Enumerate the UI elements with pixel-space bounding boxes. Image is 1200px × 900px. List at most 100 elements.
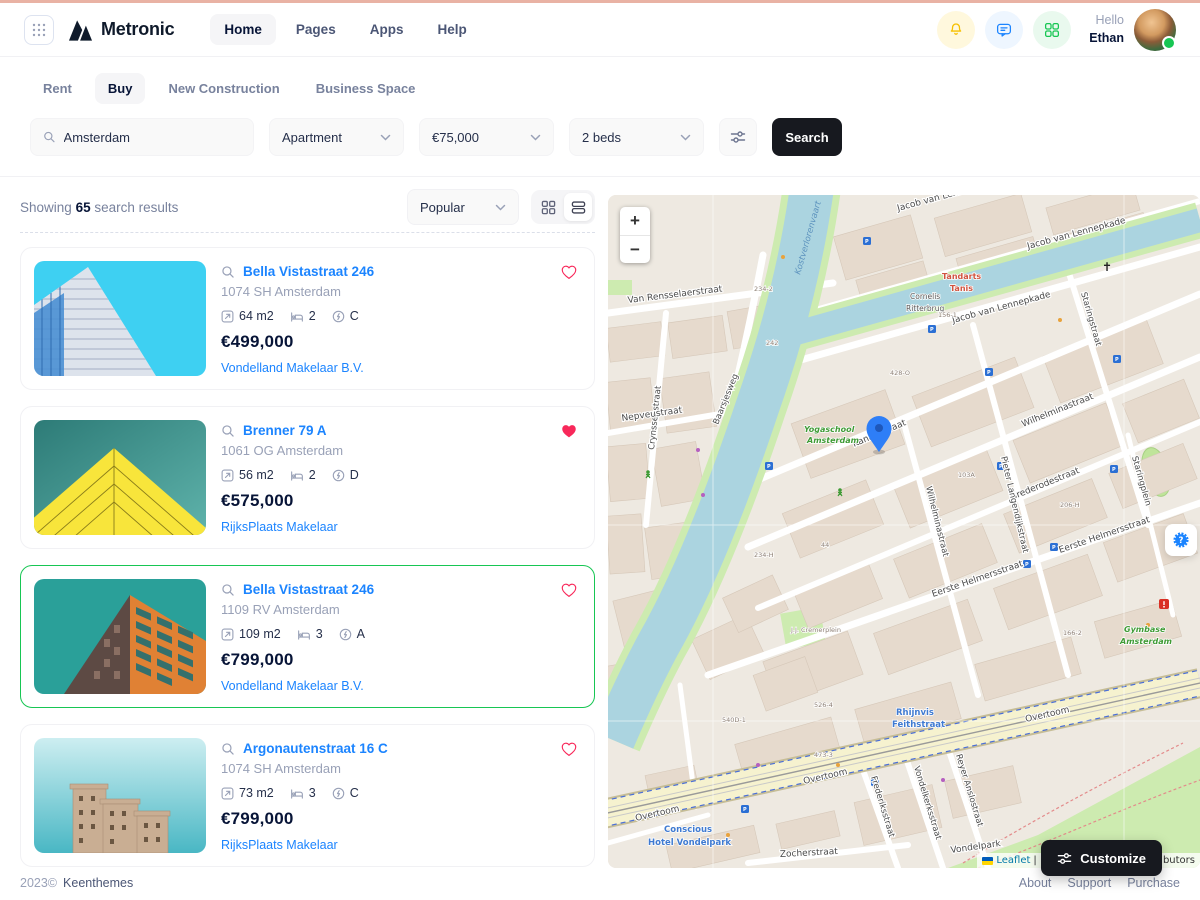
skyscraper-photo: [34, 261, 206, 376]
listing-card[interactable]: Brenner 79 A 1061 OG Amsterdam 56 m2 2 D: [20, 406, 595, 549]
svg-text:P: P: [1052, 545, 1056, 551]
area-value: 73 m2: [239, 786, 274, 800]
property-type-select[interactable]: Apartment: [269, 118, 404, 156]
results-divider: [20, 232, 595, 233]
nav-item-home[interactable]: Home: [210, 14, 276, 45]
more-filters-button[interactable]: [719, 118, 757, 156]
footer-company-link[interactable]: Keenthemes: [63, 876, 133, 890]
page-footer: 2023© Keenthemes About Support Purchase: [0, 876, 1200, 890]
customize-button[interactable]: Customize: [1041, 840, 1162, 876]
energy-stat: C: [332, 309, 359, 323]
listing-photo[interactable]: [34, 738, 206, 853]
energy-label-icon: [339, 628, 352, 641]
place-label: J.J. Cremerplein: [790, 626, 841, 634]
svg-text:P: P: [930, 327, 934, 333]
grid-view-button[interactable]: [534, 193, 562, 221]
listing-price: €499,000: [221, 332, 581, 352]
listing-agent-link[interactable]: Vondelland Makelaar B.V.: [221, 361, 581, 375]
church-cross-icon: ✝: [1102, 260, 1112, 274]
area-icon: [221, 628, 234, 641]
app-launcher-button[interactable]: [24, 15, 54, 45]
app-header: Metronic Home Pages Apps Help: [0, 3, 1200, 57]
beds-value: 2: [309, 309, 316, 323]
area-value: 109 m2: [239, 627, 281, 641]
beds-value: 3: [309, 786, 316, 800]
listing-photo[interactable]: [34, 261, 206, 376]
logo-text: Metronic: [101, 19, 174, 40]
heart-outline-icon: [560, 263, 578, 281]
messages-button[interactable]: [985, 11, 1023, 49]
tab-buy[interactable]: Buy: [95, 73, 146, 104]
map-panel[interactable]: P P P P P P P P P P P ✝: [608, 195, 1200, 868]
house-number: 44: [821, 541, 829, 549]
bed-icon: [290, 469, 304, 481]
listing-title-link[interactable]: Bella Vistastraat 246: [243, 582, 374, 597]
house-number: 103A: [958, 471, 975, 479]
listing-title-link[interactable]: Bella Vistastraat 246: [243, 264, 374, 279]
listing-card-selected[interactable]: Bella Vistastraat 246 1109 RV Amsterdam …: [20, 565, 595, 708]
nav-item-apps[interactable]: Apps: [356, 14, 418, 45]
results-count: 65: [76, 200, 91, 215]
bed-icon: [297, 628, 311, 640]
results-suffix: search results: [94, 200, 178, 215]
osm-map[interactable]: P P P P P P P P P P P ✝: [608, 195, 1200, 868]
quick-links-button[interactable]: [1033, 11, 1071, 49]
listing-card[interactable]: Argonautenstraat 16 C 1074 SH Amsterdam …: [20, 724, 595, 867]
nav-item-pages[interactable]: Pages: [282, 14, 350, 45]
metronic-logo[interactable]: Metronic: [68, 19, 174, 41]
greeting-hello: Hello: [1089, 12, 1124, 30]
listing-title-link[interactable]: Argonautenstraat 16 C: [243, 741, 388, 756]
customize-label: Customize: [1080, 851, 1146, 866]
user-avatar[interactable]: [1134, 9, 1176, 51]
beds-select[interactable]: 2 beds: [569, 118, 704, 156]
notifications-button[interactable]: [937, 11, 975, 49]
listing-photo[interactable]: [34, 579, 206, 694]
tab-business-space[interactable]: Business Space: [303, 73, 429, 104]
svg-text:P: P: [743, 807, 747, 813]
favorite-button[interactable]: [560, 740, 578, 758]
listing-address: 1074 SH Amsterdam: [221, 761, 581, 776]
poi-label: Hotel Vondelpark: [648, 838, 731, 848]
listing-agent-link[interactable]: RijksPlaats Makelaar: [221, 838, 581, 852]
tab-new-construction[interactable]: New Construction: [155, 73, 292, 104]
listing-agent-link[interactable]: Vondelland Makelaar B.V.: [221, 679, 581, 693]
sliders-icon: [730, 129, 746, 145]
listing-price: €575,000: [221, 491, 581, 511]
favorite-button[interactable]: [560, 581, 578, 599]
footer-link-purchase[interactable]: Purchase: [1127, 876, 1180, 890]
listing-agent-link[interactable]: RijksPlaats Makelaar: [221, 520, 581, 534]
poi-label: Amsterdam: [806, 436, 859, 445]
listing-photo[interactable]: [34, 420, 206, 535]
bed-icon: [290, 310, 304, 322]
beds-stat: 3: [297, 627, 323, 641]
leaflet-link[interactable]: Leaflet: [996, 855, 1030, 866]
search-button[interactable]: Search: [772, 118, 842, 156]
tab-rent[interactable]: Rent: [30, 73, 85, 104]
footer-link-about[interactable]: About: [1019, 876, 1052, 890]
location-search-field[interactable]: [30, 118, 254, 156]
svg-text:P: P: [1115, 357, 1119, 363]
price-select[interactable]: €75,000: [419, 118, 554, 156]
area-value: 56 m2: [239, 468, 274, 482]
listing-type-tabs: Rent Buy New Construction Business Space: [30, 73, 1170, 104]
sort-select[interactable]: Popular: [407, 189, 519, 225]
help-floating-button[interactable]: ?: [1165, 524, 1197, 556]
energy-value: C: [350, 786, 359, 800]
footer-link-support[interactable]: Support: [1067, 876, 1111, 890]
favorite-button[interactable]: [560, 263, 578, 281]
listing-address: 1074 SH Amsterdam: [221, 284, 581, 299]
beds-value: 2: [309, 468, 316, 482]
favorite-button-active[interactable]: [560, 422, 578, 440]
location-input[interactable]: [64, 130, 241, 145]
zoom-in-button[interactable]: +: [620, 207, 650, 235]
view-toggle: [531, 190, 595, 224]
listing-title-link[interactable]: Brenner 79 A: [243, 423, 327, 438]
nav-item-help[interactable]: Help: [423, 14, 480, 45]
zoom-out-button[interactable]: −: [620, 235, 650, 263]
heart-filled-icon: [560, 422, 578, 440]
area-icon: [221, 310, 234, 323]
listing-card[interactable]: Bella Vistastraat 246 1074 SH Amsterdam …: [20, 247, 595, 390]
listing-price: €799,000: [221, 650, 581, 670]
poi-label: Feithstraat: [892, 720, 945, 730]
list-view-button[interactable]: [564, 193, 592, 221]
